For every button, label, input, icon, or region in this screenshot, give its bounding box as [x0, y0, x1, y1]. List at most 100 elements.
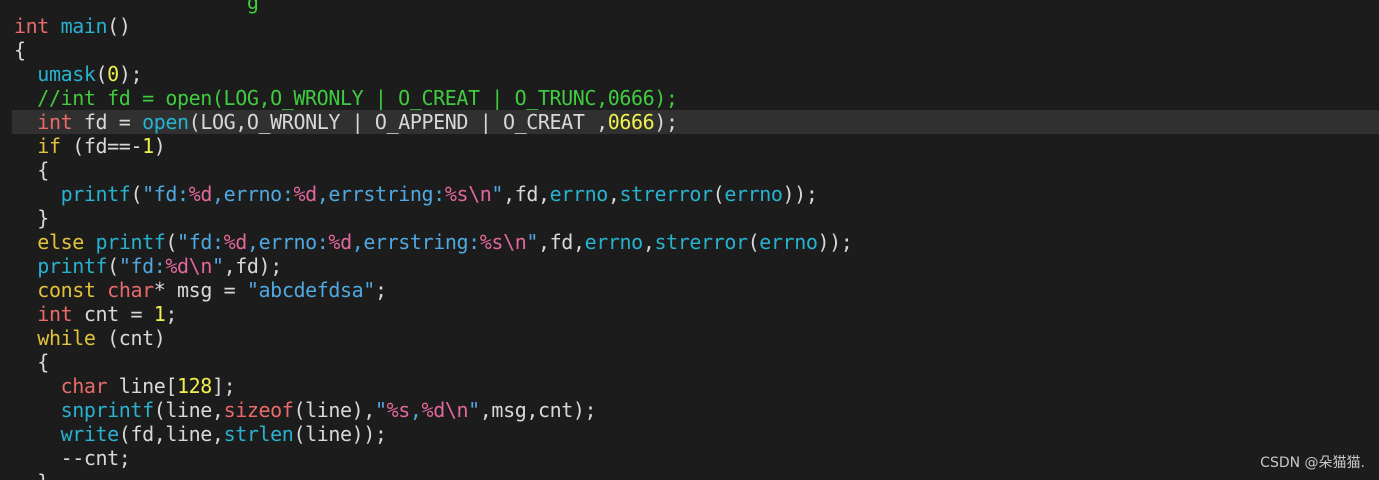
code-token-type: int [14, 14, 49, 38]
code-line[interactable]: printf("fd:%d,errno:%d,errstring:%s\n",f… [14, 182, 1379, 206]
code-token-plain: , [607, 182, 620, 206]
code-token-keyword: if [37, 134, 61, 158]
code-token-plain: ( [747, 230, 760, 254]
code-token-func: strerror [654, 230, 748, 254]
code-token-string: ,errstring: [316, 182, 445, 206]
code-line[interactable]: while (cnt) [14, 326, 1379, 350]
code-token-string: " [468, 398, 480, 422]
code-line[interactable]: { [14, 350, 1379, 374]
code-token-string: "fd: [118, 254, 166, 278]
code-token-plain: ) [153, 134, 166, 158]
code-token-format: %d [223, 230, 248, 254]
code-line[interactable]: g [14, 0, 1379, 14]
code-token-format: %s\n [479, 230, 527, 254]
code-token-plain: ; [165, 302, 178, 326]
code-token-func: errno [584, 230, 644, 254]
code-token-plain: ,fd, [538, 230, 585, 254]
code-token-plain: )); [782, 182, 818, 206]
watermark-text: CSDN @朵猫猫. [1260, 455, 1365, 471]
code-token-format: %d [328, 230, 352, 254]
code-line[interactable]: snprintf(line,sizeof(line),"%s,%d\n",msg… [14, 398, 1379, 422]
code-token-number: 0666 [607, 110, 655, 134]
code-token-plain: (cnt) [95, 326, 166, 350]
code-line[interactable]: write(fd,line,strlen(line)); [14, 422, 1379, 446]
code-area[interactable]: g int main(){ umask(0); //int fd = open(L… [12, 0, 1379, 480]
code-line[interactable]: umask(0); [14, 62, 1379, 86]
code-token-string: "fd: [177, 230, 224, 254]
code-token-plain: ( [130, 182, 143, 206]
code-token-func: umask [37, 62, 96, 86]
code-token-plain: )); [817, 230, 853, 254]
code-token-plain: () [107, 14, 131, 38]
code-line[interactable]: int main() [14, 14, 1379, 38]
code-token-func: errno [549, 182, 609, 206]
code-line[interactable]: else printf("fd:%d,errno:%d,errstring:%s… [14, 230, 1379, 254]
code-token-string: "fd: [142, 182, 189, 206]
code-line[interactable]: } [14, 470, 1379, 480]
code-token-plain: (fd==- [60, 134, 143, 158]
code-line[interactable]: } [14, 206, 1379, 230]
code-token-plain: (LOG,O_WRONLY | O_APPEND | O_CREAT , [188, 110, 608, 134]
code-line[interactable]: --cnt; [14, 446, 1379, 470]
code-token-string: " [211, 254, 224, 278]
code-line[interactable]: printf("fd:%d\n",fd); [14, 254, 1379, 278]
code-token-plain: ,fd); [223, 254, 283, 278]
code-token-func: errno [724, 182, 783, 206]
code-token-plain: ( [95, 62, 108, 86]
code-editor[interactable]: g int main(){ umask(0); //int fd = open(L… [0, 0, 1379, 480]
code-token-number: 0 [107, 62, 119, 86]
code-token-plain: } [14, 206, 49, 230]
code-token-plain: ); [118, 62, 143, 86]
code-token-func: main [60, 14, 108, 38]
code-token-type: char [60, 374, 108, 398]
code-line[interactable]: char line[128]; [14, 374, 1379, 398]
code-line-current[interactable]: int fd = open(LOG,O_WRONLY | O_APPEND | … [12, 110, 1379, 134]
code-token-string: ,errstring: [351, 230, 480, 254]
code-token-string: ,errno: [211, 182, 294, 206]
code-token-func: snprintf [60, 398, 155, 422]
code-token-format: %d [293, 182, 317, 206]
code-token-plain: cnt = [72, 302, 154, 326]
code-line[interactable]: int cnt = 1; [14, 302, 1379, 326]
code-token-func: printf [95, 230, 166, 254]
code-token-type: int [37, 110, 73, 134]
code-token-number: 1 [142, 134, 154, 158]
code-token-plain: * msg = [153, 278, 247, 302]
code-token-plain: ; [374, 278, 387, 302]
code-token-format: %s [386, 398, 411, 422]
code-token-format: %d\n [421, 398, 469, 422]
code-token-plain: line[ [107, 374, 178, 398]
code-line[interactable]: { [14, 158, 1379, 182]
code-token-plain: } [14, 470, 49, 480]
code-line[interactable]: if (fd==-1) [14, 134, 1379, 158]
code-token-func: errno [759, 230, 818, 254]
code-token-format: %d [188, 182, 213, 206]
code-token-type: int [37, 302, 73, 326]
code-token-func: open [142, 110, 189, 134]
code-token-format: %s\n [444, 182, 492, 206]
code-line[interactable]: const char* msg = "abcdefdsa"; [14, 278, 1379, 302]
code-token-plain: ); [654, 110, 678, 134]
code-token-plain: ( [107, 254, 119, 278]
code-token-plain: (line, [153, 398, 224, 422]
code-token-keyword: const [37, 278, 96, 302]
code-token-func: printf [60, 182, 131, 206]
code-line[interactable]: { [14, 38, 1379, 62]
code-token-string: "abcdefdsa" [246, 278, 375, 302]
code-line[interactable]: //int fd = open(LOG,O_WRONLY | O_CREAT |… [14, 86, 1379, 110]
code-token-comment: //int fd = open(LOG,O_WRONLY | O_CREAT |… [37, 86, 678, 110]
code-token-number: 1 [153, 302, 166, 326]
code-token-format: %d\n [165, 254, 212, 278]
code-token-string: " [491, 182, 504, 206]
code-token-type: char [107, 278, 154, 302]
